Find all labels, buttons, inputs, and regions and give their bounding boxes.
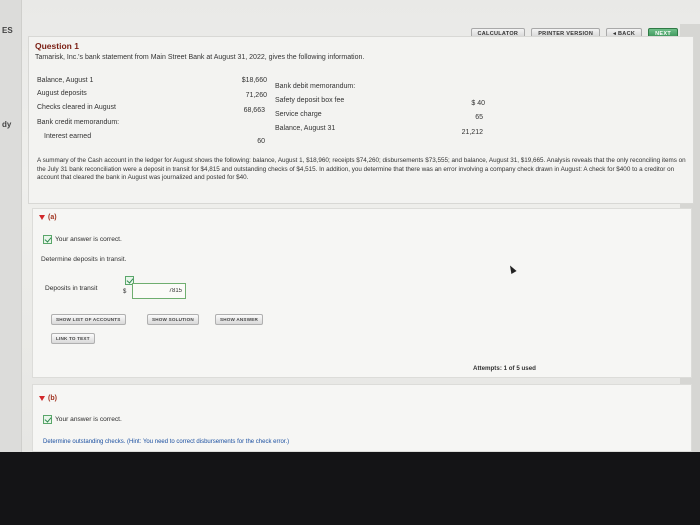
currency-symbol: $ [123,289,127,295]
check-icon [43,235,52,244]
check-icon [43,415,52,424]
bank-item-label: August deposits [37,90,87,97]
link-to-text-button[interactable]: LINK TO TEXT [51,333,95,344]
part-a-section: (a) Your answer is correct. Determine de… [32,208,692,378]
question-title: Question 1 [35,41,79,51]
part-b-toggle[interactable]: (b) [39,395,57,402]
bank-item-label: Bank credit memorandum: [37,119,120,126]
bank-item-label: Balance, August 31 [275,125,336,132]
correct-text: Your answer is correct. [55,236,122,243]
deposits-in-transit-input[interactable] [132,283,186,299]
part-a-toggle[interactable]: (a) [39,214,57,221]
bank-item-value: 71,260 [245,92,267,99]
correct-message: Your answer is correct. [43,415,122,424]
part-b-label: (b) [48,395,57,402]
bank-item-label: Interest earned [44,133,92,140]
bank-item-value: $ 40 [471,100,485,107]
deposits-in-transit-label: Deposits in transit [45,285,98,292]
bank-item-value: 65 [475,114,483,121]
correct-message: Your answer is correct. [43,235,122,244]
show-list-of-accounts-button[interactable]: SHOW LIST OF ACCOUNTS [51,314,126,325]
bank-item-value: 21,212 [461,129,483,136]
show-solution-button[interactable]: SHOW SOLUTION [147,314,199,325]
left-sidebar: ES dy [0,0,22,452]
cash-account-summary: A summary of the Cash account in the led… [37,157,686,181]
show-answer-button[interactable]: SHOW ANSWER [215,314,264,325]
bank-item-label: Balance, August 1 [37,77,94,84]
bank-item-label: Bank debit memorandum: [275,83,356,90]
part-a-instruction: Determine deposits in transit. [41,256,127,263]
monitor-bezel [0,452,700,525]
part-a-label: (a) [48,214,57,221]
screen: ES dy CALCULATOR PRINTER VERSION ◂ BACK … [0,0,700,452]
part-b-instruction: Determine outstanding checks. (Hint: You… [43,439,290,445]
sidebar-label-dy: dy [2,120,12,129]
bank-item-label: Service charge [275,111,322,118]
attempts-counter: Attempts: 1 of 5 used [473,365,536,372]
bank-item-value: 60 [257,138,265,145]
question-panel: Question 1 Tamarisk, Inc.'s bank stateme… [28,36,694,204]
correct-text: Your answer is correct. [55,416,122,423]
caret-down-icon [39,215,45,220]
caret-down-icon [39,396,45,401]
part-b-section: (b) Your answer is correct. Determine ou… [32,384,692,452]
deposits-in-transit-row: Deposits in transit $ [41,276,191,303]
bank-item-value: 68,663 [243,107,265,114]
mouse-cursor-icon [507,264,517,274]
bank-item-label: Safety deposit box fee [275,97,345,104]
bank-item-label: Checks cleared in August [37,104,116,111]
bank-item-value: $18,660 [241,77,267,84]
question-intro: Tamarisk, Inc.'s bank statement from Mai… [35,54,365,61]
sidebar-label-es: ES [2,26,13,35]
